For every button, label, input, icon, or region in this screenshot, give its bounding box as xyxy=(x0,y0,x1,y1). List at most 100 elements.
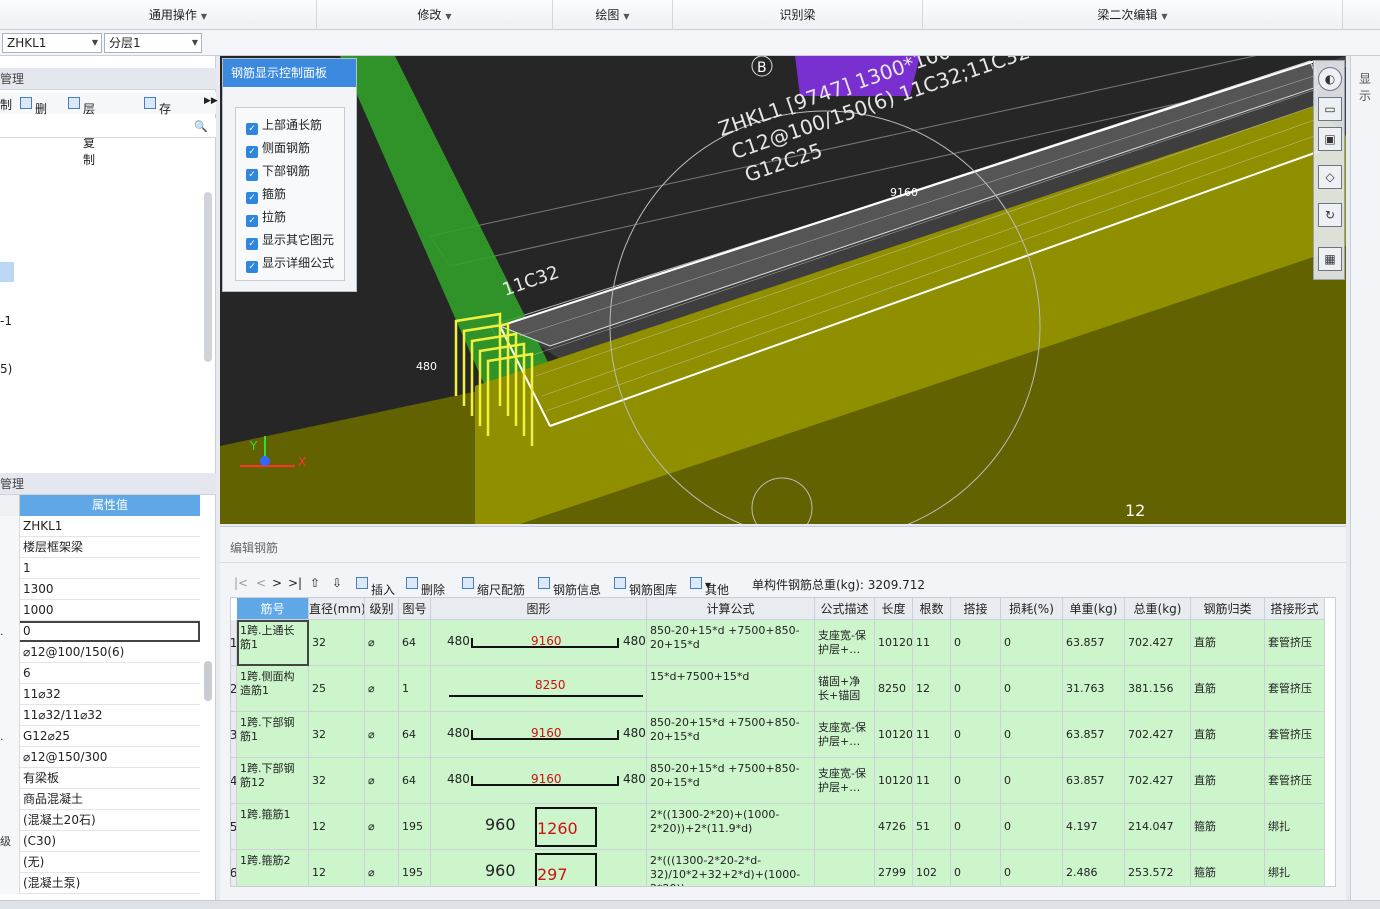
table-cell-cat[interactable]: 箍筋 xyxy=(1191,850,1265,886)
checkbox-checked-icon[interactable]: ✓ xyxy=(246,169,258,181)
table-cell-grade[interactable]: ⌀ xyxy=(365,758,399,804)
column-header[interactable]: 图号 xyxy=(399,598,431,620)
table-cell-grade[interactable]: ⌀ xyxy=(365,666,399,712)
table-cell-grade[interactable]: ⌀ xyxy=(365,850,399,886)
table-cell-loss[interactable]: 0 xyxy=(1001,758,1063,804)
table-cell-total[interactable]: 253.572 xyxy=(1125,850,1191,886)
table-cell-grade[interactable]: ⌀ xyxy=(365,804,399,850)
table-cell-formula[interactable]: 850-20+15*d +7500+850-20+15*d xyxy=(647,758,815,804)
front-view-icon[interactable]: ▣ xyxy=(1318,127,1342,151)
table-cell-formula[interactable]: 2*((1300-2*20)+(1000-2*20))+2*(11.9*d) xyxy=(647,804,815,850)
table-cell-unit[interactable]: 4.197 xyxy=(1063,804,1125,850)
table-cell-lap[interactable]: 0 xyxy=(951,712,1001,758)
table-cell-loss[interactable]: 0 xyxy=(1001,804,1063,850)
table-cell-cat[interactable]: 直筋 xyxy=(1191,758,1265,804)
floor-copy-button[interactable]: 层间复制 xyxy=(68,96,95,167)
prop-row[interactable]: 楼层框架梁 xyxy=(0,537,200,558)
table-cell-fig[interactable]: 64 xyxy=(399,620,431,666)
table-cell-unit[interactable]: 2.486 xyxy=(1063,850,1125,886)
move-down-icon[interactable]: ⇩ xyxy=(332,576,342,590)
rebar-shape-cell[interactable]: 480 9160 480 xyxy=(431,620,647,666)
table-cell-name[interactable]: 1跨.下部钢筋12 xyxy=(237,758,309,804)
column-header[interactable]: 公式描述 xyxy=(815,598,875,620)
table-cell-cat[interactable]: 箍筋 xyxy=(1191,804,1265,850)
table-cell-unit[interactable]: 63.857 xyxy=(1063,712,1125,758)
table-cell-cnt[interactable]: 11 xyxy=(913,758,951,804)
checkbox-checked-icon[interactable]: ✓ xyxy=(246,215,258,227)
table-cell-desc[interactable]: 锚固+净长+锚固 xyxy=(815,666,875,712)
column-header[interactable]: 根数 xyxy=(913,598,951,620)
table-cell-fig[interactable]: 195 xyxy=(399,804,431,850)
checkbox-checked-icon[interactable]: ✓ xyxy=(246,123,258,135)
column-header[interactable]: 级别 xyxy=(365,598,399,620)
table-cell-fig[interactable]: 195 xyxy=(399,850,431,886)
prop-value[interactable]: 6 xyxy=(23,663,31,684)
column-header[interactable]: 搭接形式 xyxy=(1265,598,1325,620)
tree-item[interactable]: 5) xyxy=(0,362,12,376)
prop-value[interactable]: 0 xyxy=(23,621,31,642)
table-cell-lap[interactable]: 0 xyxy=(951,804,1001,850)
table-cell-desc[interactable]: 支座宽-保护层+… xyxy=(815,712,875,758)
table-cell-total[interactable]: 702.427 xyxy=(1125,712,1191,758)
tree-scrollbar[interactable] xyxy=(204,192,212,362)
checkbox-checked-icon[interactable]: ✓ xyxy=(246,146,258,158)
table-cell-cnt[interactable]: 51 xyxy=(913,804,951,850)
prop-scrollbar[interactable] xyxy=(204,661,212,701)
column-header[interactable]: 钢筋归类 xyxy=(1191,598,1265,620)
table-cell-formula[interactable]: 850-20+15*d +7500+850-20+15*d xyxy=(647,712,815,758)
checkbox-checked-icon[interactable]: ✓ xyxy=(246,192,258,204)
prop-row[interactable]: . G12⌀25 xyxy=(0,726,200,747)
menu-general[interactable]: 通用操作 ▼ xyxy=(40,0,317,30)
table-cell-cnt[interactable]: 11 xyxy=(913,712,951,758)
checkbox-checked-icon[interactable]: ✓ xyxy=(246,238,258,250)
prop-value[interactable]: 11⌀32 xyxy=(23,684,61,705)
prop-value[interactable]: 商品混凝土 xyxy=(23,789,83,810)
display-option-checkbox[interactable]: ✓ 上部通长筋 xyxy=(246,116,322,135)
table-cell-cnt[interactable]: 12 xyxy=(913,666,951,712)
table-cell-name[interactable]: 1跨.箍筋2 xyxy=(237,850,309,886)
last-record-button[interactable]: >| xyxy=(288,576,302,590)
prop-row[interactable]: 6 xyxy=(0,663,200,684)
table-cell-unit[interactable]: 31.763 xyxy=(1063,666,1125,712)
tree-item[interactable]: -1 xyxy=(0,314,12,328)
prop-row[interactable]: 1 xyxy=(0,558,200,579)
table-cell-grade[interactable]: ⌀ xyxy=(365,712,399,758)
table-cell-unit[interactable]: 63.857 xyxy=(1063,758,1125,804)
rebar-library-button[interactable]: 钢筋图库 xyxy=(614,576,677,597)
scale-rebar-button[interactable]: 缩尺配筋 xyxy=(462,576,525,597)
other-menu-button[interactable]: 其他 ▼ xyxy=(690,576,729,597)
first-record-button[interactable]: |< xyxy=(234,576,248,590)
table-cell-len[interactable]: 10120 xyxy=(875,758,913,804)
prop-value[interactable]: ⌀12@100/150(6) xyxy=(23,642,124,663)
table-cell-cnt[interactable]: 102 xyxy=(913,850,951,886)
table-cell-lap[interactable]: 0 xyxy=(951,758,1001,804)
prop-row[interactable]: 有梁板 xyxy=(0,768,200,789)
table-cell-len[interactable]: 8250 xyxy=(875,666,913,712)
table-cell-loss[interactable]: 0 xyxy=(1001,850,1063,886)
table-cell-name[interactable]: 1跨.下部钢筋1 xyxy=(237,712,309,758)
table-cell-loss[interactable]: 0 xyxy=(1001,712,1063,758)
table-cell-len[interactable]: 2799 xyxy=(875,850,913,886)
table-cell-desc[interactable]: 支座宽-保护层+… xyxy=(815,620,875,666)
display-option-checkbox[interactable]: ✓ 侧面钢筋 xyxy=(246,139,310,158)
table-cell-len[interactable]: 10120 xyxy=(875,712,913,758)
table-cell-len[interactable]: 4726 xyxy=(875,804,913,850)
prop-value[interactable]: 1 xyxy=(23,558,31,579)
table-cell-lapf[interactable]: 套管挤压 xyxy=(1265,758,1325,804)
tree-search-input[interactable]: 🔍 xyxy=(0,118,216,138)
prop-row[interactable]: 11⌀32/11⌀32 xyxy=(0,705,200,726)
rebar-info-button[interactable]: 钢筋信息 xyxy=(538,576,601,597)
rotate-icon[interactable]: ↻ xyxy=(1318,203,1342,227)
table-cell-lap[interactable]: 0 xyxy=(951,850,1001,886)
prop-value[interactable]: (C30) xyxy=(23,831,56,852)
3d-viewport[interactable]: X Y B ZHKL1 [9747] 1300*1000 C12@100/150… xyxy=(220,56,1346,524)
table-cell-total[interactable]: 214.047 xyxy=(1125,804,1191,850)
prop-value[interactable]: 楼层框架梁 xyxy=(23,537,83,558)
table-cell-fig[interactable]: 64 xyxy=(399,758,431,804)
table-cell-lapf[interactable]: 套管挤压 xyxy=(1265,666,1325,712)
rebar-shape-cell[interactable]: 960 297 xyxy=(431,850,647,886)
table-cell-desc[interactable]: 支座宽-保护层+… xyxy=(815,758,875,804)
table-cell-total[interactable]: 381.156 xyxy=(1125,666,1191,712)
menu-modify[interactable]: 修改 ▼ xyxy=(317,0,553,30)
table-cell-total[interactable]: 702.427 xyxy=(1125,758,1191,804)
